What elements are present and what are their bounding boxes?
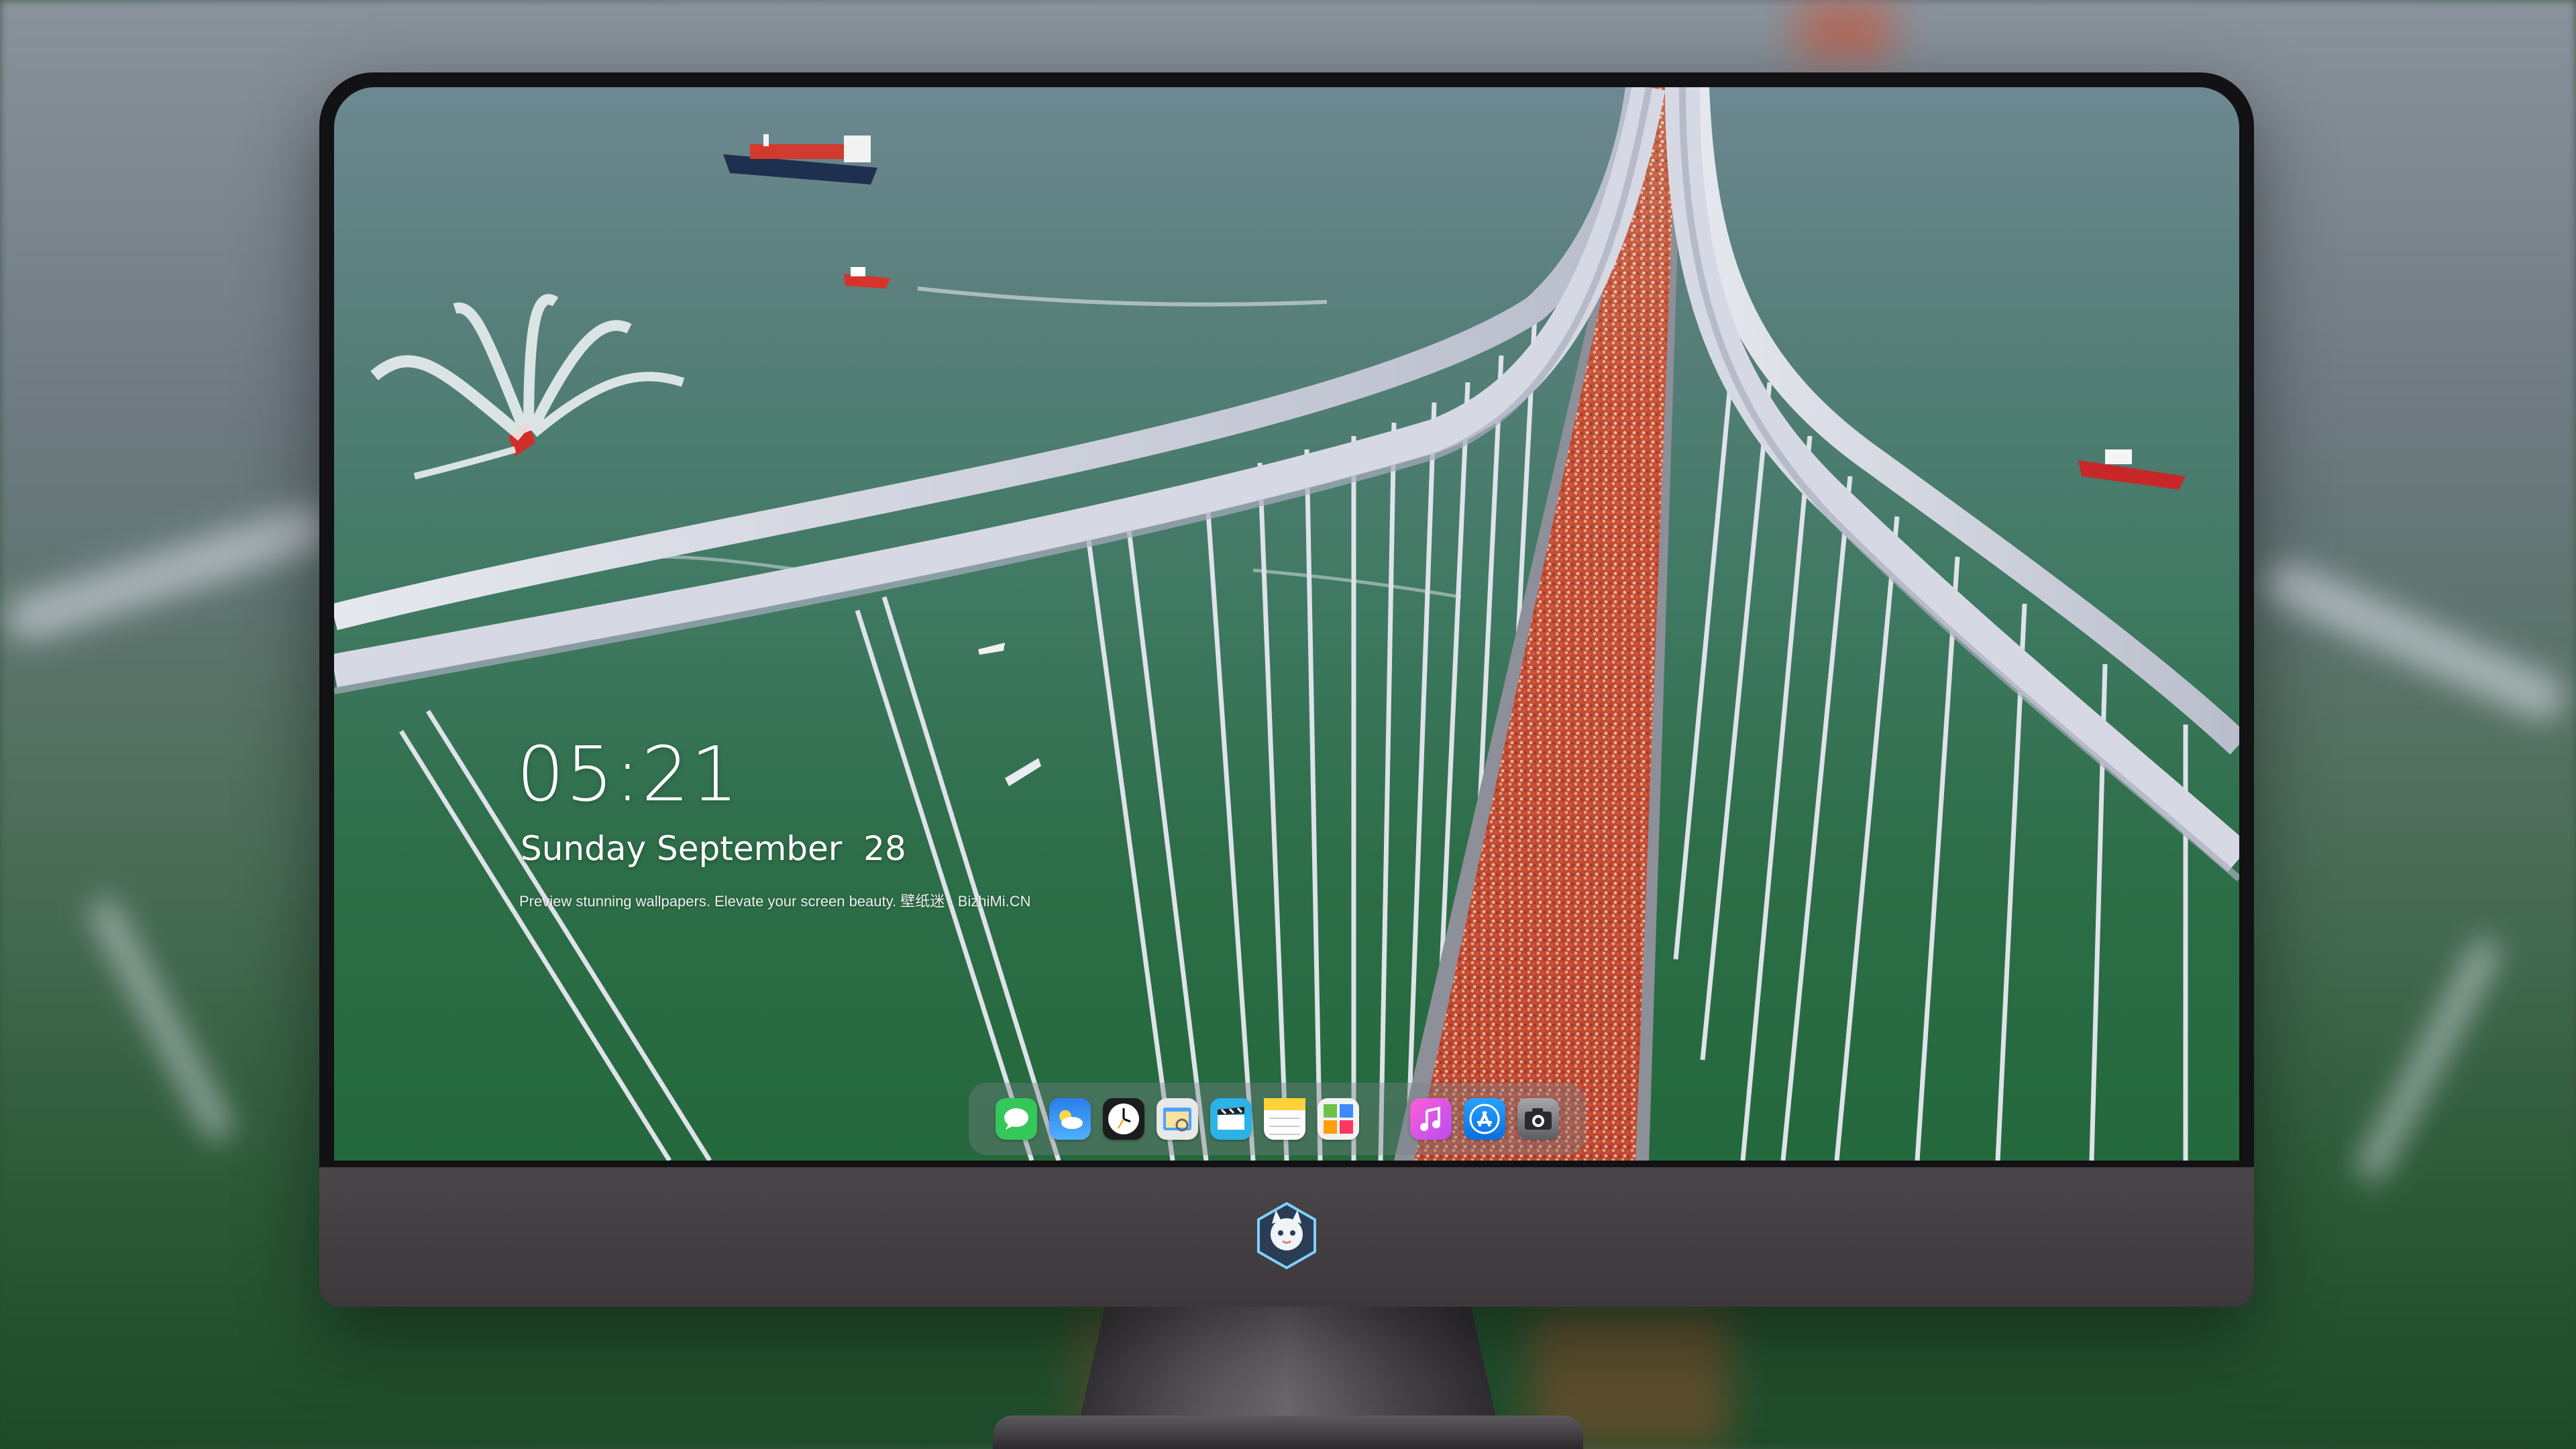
notes-icon[interactable] [1264, 1098, 1305, 1140]
monitor: 05:21 Sunday September 28 Preview stunni… [319, 72, 2254, 1307]
lockscreen-date: Sunday September 28 [521, 829, 906, 868]
preview-icon[interactable] [1157, 1098, 1198, 1140]
mascot-logo-icon [1257, 1201, 1316, 1270]
music-icon[interactable] [1410, 1098, 1452, 1140]
lockscreen-time: 05:21 [517, 731, 740, 818]
messages-icon[interactable] [996, 1098, 1037, 1140]
clips-icon[interactable] [1210, 1098, 1252, 1140]
wallpaper-caption: Preview stunning wallpapers. Elevate you… [519, 893, 1031, 910]
photo-booth-icon[interactable] [1318, 1098, 1359, 1140]
screen: 05:21 Sunday September 28 Preview stunni… [334, 87, 2239, 1161]
camera-icon[interactable] [1517, 1098, 1559, 1140]
dock [969, 1083, 1586, 1155]
bridge-wallpaper [334, 87, 2239, 1161]
clock-icon[interactable] [1103, 1098, 1144, 1140]
app-store-icon[interactable] [1464, 1098, 1505, 1140]
monitor-stand-base [993, 1415, 1583, 1449]
weather-icon[interactable] [1049, 1098, 1091, 1140]
